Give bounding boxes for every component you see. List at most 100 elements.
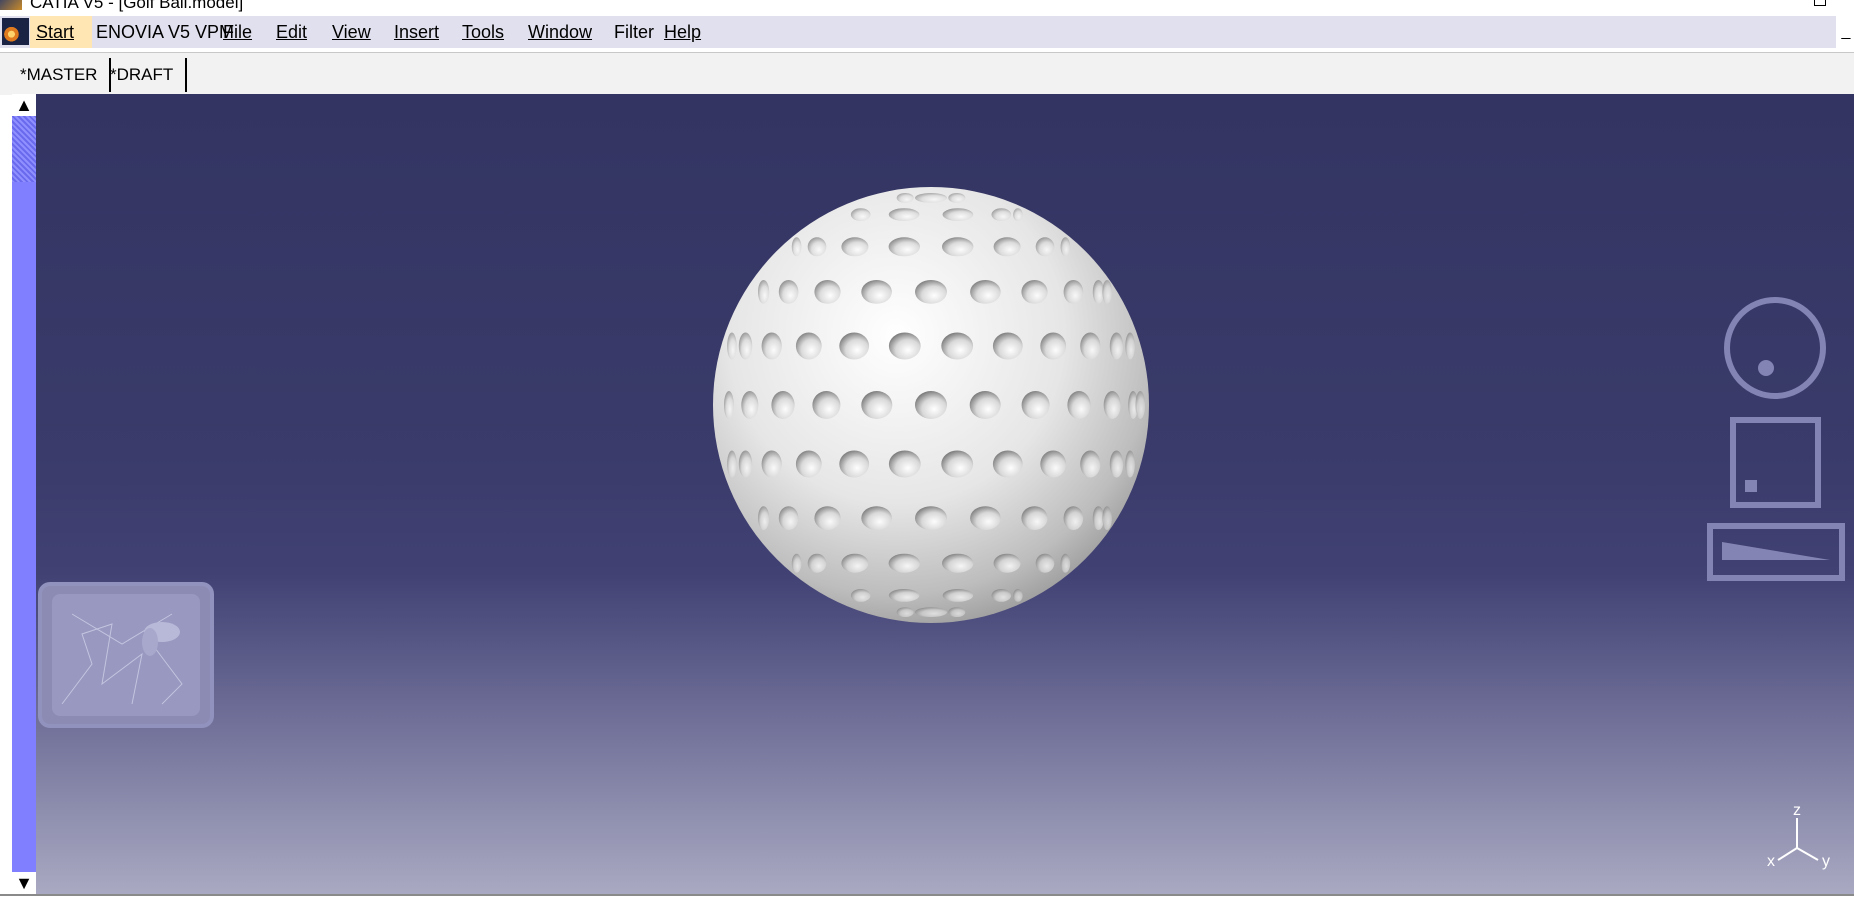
golf-ball-dimple (941, 332, 974, 360)
golf-ball-dimple (948, 607, 966, 617)
golf-ball-dimple (850, 589, 871, 602)
golf-ball-dimple (1109, 332, 1124, 360)
menu-insert[interactable]: Insert (394, 16, 439, 48)
menu-view[interactable]: View (332, 16, 371, 48)
golf-ball-dimple (1021, 280, 1048, 304)
menu-tools-label: Tools (462, 22, 505, 42)
menu-tools[interactable]: Tools (462, 16, 504, 48)
vertical-scrollbar[interactable]: ▲ ▼ (12, 94, 36, 894)
golf-ball-dimple (1102, 280, 1112, 304)
golf-ball-dimple (969, 391, 1001, 419)
catia-logo-icon[interactable] (2, 18, 29, 45)
golf-ball-dimple (1109, 450, 1124, 478)
axis-x-label: x (1767, 853, 1775, 870)
golf-ball-dimple (942, 237, 974, 257)
minimize-document-button[interactable]: _ (1838, 16, 1854, 48)
golf-ball-dimple (1080, 332, 1101, 360)
golf-ball-dimple (795, 450, 822, 478)
golf-ball-model[interactable] (706, 180, 1156, 630)
golf-ball-dimple (771, 391, 795, 419)
golf-ball-dimple (991, 589, 1012, 602)
golf-ball-dimple (1040, 332, 1067, 360)
golf-ball-dimple (839, 450, 870, 478)
golf-ball-dimple (970, 280, 1001, 304)
golf-ball-dimple (814, 280, 841, 304)
golf-ball-dimple (915, 280, 947, 304)
axis-z-label: z (1793, 802, 1801, 819)
golf-ball-dimple (1063, 280, 1084, 304)
golf-ball-dimple (915, 391, 947, 419)
golf-ball-dimple (1135, 391, 1146, 419)
axis-y-label: y (1822, 853, 1830, 870)
golf-ball-dimple (814, 506, 841, 530)
menu-start-label: Start (36, 22, 75, 42)
menu-view-label: View (332, 22, 371, 42)
golf-ball-dimple (941, 450, 974, 478)
golf-ball-dimple (1125, 332, 1135, 360)
menu-enovia[interactable]: ENOVIA V5 VPM (96, 16, 234, 48)
golf-ball-dimple (727, 332, 737, 360)
golf-ball-dimple (948, 193, 966, 203)
menu-insert-label: Insert (394, 22, 440, 42)
golf-ball-dimple (807, 553, 827, 573)
golf-ball-dimple (888, 332, 921, 360)
golf-ball-dimple (970, 506, 1001, 530)
status-bar (0, 894, 1854, 912)
golf-ball-dimple (1035, 553, 1055, 573)
golf-ball-dimple (1040, 450, 1067, 478)
golf-ball-dimple (992, 332, 1023, 360)
golf-ball-dimple (896, 193, 914, 203)
menu-filter-label: Filter (614, 22, 654, 42)
golf-ball-dimple (1013, 208, 1023, 221)
tab-master[interactable]: *MASTER (8, 58, 112, 92)
golf-ball-dimple (741, 391, 759, 419)
restore-window-icon[interactable] (1814, 0, 1826, 6)
overview-thumbnail (52, 594, 200, 716)
golf-ball-dimple (761, 450, 782, 478)
scroll-down-arrow-icon[interactable]: ▼ (12, 872, 36, 894)
specification-tree-overview-icon[interactable] (38, 582, 214, 728)
golf-ball-dimple (991, 208, 1012, 221)
golf-ball-dimple (1067, 391, 1091, 419)
golf-ball-dimple (1035, 237, 1055, 257)
golf-ball-dimple (1021, 506, 1048, 530)
tree-sketch-icon (61, 613, 183, 705)
menu-enovia-label: ENOVIA V5 VPM (96, 22, 235, 42)
golf-ball-dimple (1080, 450, 1101, 478)
golf-ball-dimple (778, 506, 799, 530)
menu-window[interactable]: Window (528, 16, 592, 48)
golf-ball-dimple (841, 237, 869, 257)
golf-ball-dimple (850, 208, 871, 221)
menu-help-label: Help (664, 22, 702, 42)
golf-ball-dimple (888, 450, 921, 478)
golf-ball-dimple (778, 280, 799, 304)
golf-ball-dimple (942, 553, 974, 573)
menu-file[interactable]: File (223, 16, 252, 48)
tab-draft[interactable]: *DRAFT (98, 58, 188, 92)
golf-ball-dimple (1060, 553, 1071, 573)
golf-ball-dimple (738, 332, 753, 360)
menu-filter[interactable]: Filter (614, 16, 654, 48)
view-compass-icon[interactable] (1700, 250, 1850, 630)
scroll-up-arrow-icon[interactable]: ▲ (12, 94, 36, 116)
golf-ball-dimple (727, 450, 737, 478)
golf-ball-dimple (942, 589, 974, 602)
window-title: CATIA V5 - [Golf Ball.model] (30, 0, 244, 12)
document-tab-bar: *MASTER *DRAFT (0, 52, 1854, 95)
golf-ball-dimple (791, 237, 802, 257)
tab-draft-label: *DRAFT (110, 65, 174, 84)
golf-ball-dimple (1013, 589, 1023, 602)
golf-ball-dimple (942, 208, 974, 221)
menu-edit[interactable]: Edit (276, 16, 307, 48)
menubar: Start ENOVIA V5 VPM File Edit View Inser… (0, 16, 1836, 48)
golf-ball-dimple (915, 193, 947, 203)
menu-help[interactable]: Help (664, 16, 701, 48)
menu-start[interactable]: Start (30, 16, 92, 48)
scrollbar-thumb[interactable] (12, 116, 36, 182)
golf-ball-dimple (1060, 237, 1071, 257)
menu-edit-label: Edit (276, 22, 308, 42)
golf-ball-dimple (758, 280, 770, 304)
window-titlebar: CATIA V5 - [Golf Ball.model] (0, 0, 1854, 14)
catia-app-icon (0, 0, 22, 10)
golf-ball-dimple (841, 553, 869, 573)
